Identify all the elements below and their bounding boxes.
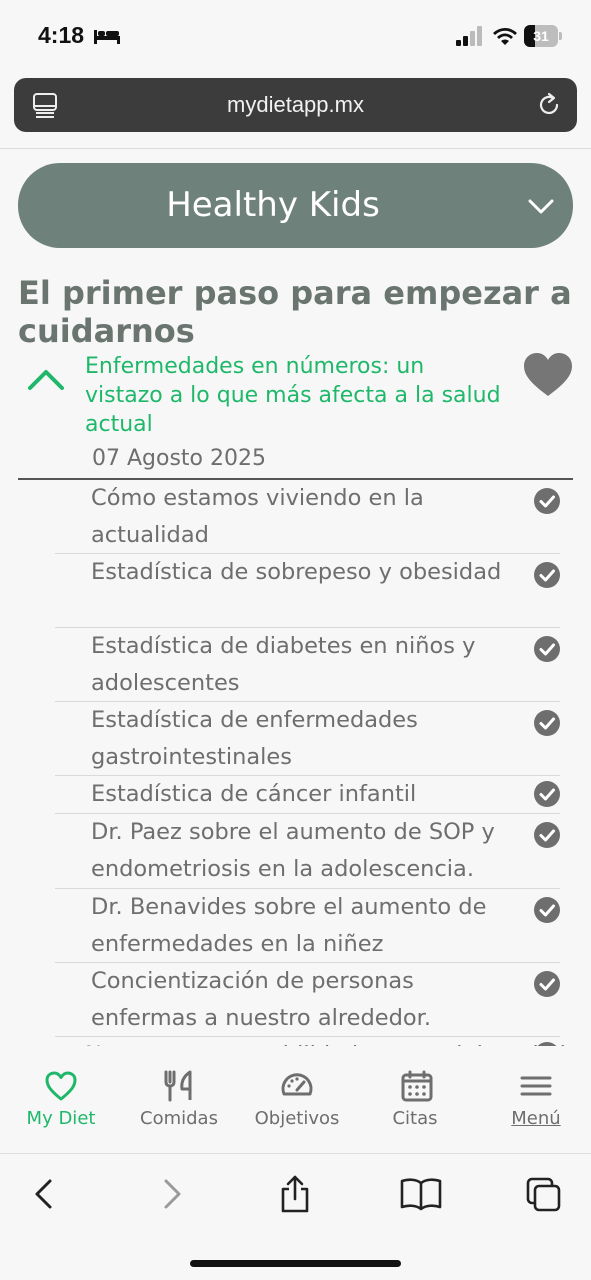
lesson-title: Estadística de enfermedades gastrointest… [91,707,418,770]
heart-outline-icon [45,1071,77,1101]
nav-label: Menú [511,1108,561,1129]
lesson-title: Concientización de personas enfermas a n… [91,968,431,1031]
lesson-item[interactable]: Estadística de cáncer infantil [55,776,560,814]
nav-item-my-diet[interactable]: My Diet [2,1046,120,1154]
bookmarks-icon[interactable] [400,1175,442,1213]
nav-label: Comidas [140,1108,218,1129]
hamburger-menu-icon [520,1076,552,1096]
lesson-title: Estadística de cáncer infantil [91,781,417,807]
address-bar[interactable]: mydietapp.mx [14,78,577,132]
nav-item-comidas[interactable]: Comidas [120,1046,238,1154]
lesson-item[interactable]: Estadística de diabetes en niños y adole… [55,628,560,702]
wifi-icon [493,28,517,45]
status-time: 4:18 [38,22,85,48]
battery-percent: 31 [533,28,549,44]
status-bar: 4:18 31 [0,0,591,72]
chevron-up-icon[interactable] [26,364,66,394]
reload-icon[interactable] [536,92,562,118]
lesson-item[interactable]: Nuestra responsabilidad como adultos de … [55,1037,591,1046]
lesson-item[interactable]: Concientización de personas enfermas a n… [55,963,560,1037]
chevron-down-icon [528,199,554,214]
lesson-item[interactable]: Estadística de sobrepeso y obesidad [55,554,560,628]
lesson-item[interactable]: Dr. Benavides sobre el aumento de enferm… [55,889,560,963]
check-circle-icon [534,822,560,848]
lesson-title: Cómo estamos viviendo en la actualidad [91,485,424,548]
check-circle-icon [534,636,560,662]
divider [0,148,591,149]
nav-item-objetivos[interactable]: Objetivos [238,1046,356,1154]
sleep-focus-icon [94,30,120,44]
module-date: 07 Agosto 2025 [92,446,266,471]
check-circle-icon [534,710,560,736]
check-circle-icon [534,562,560,588]
nav-item-citas[interactable]: Citas [356,1046,474,1154]
program-selector-label: Healthy Kids [166,185,380,225]
program-selector[interactable]: Healthy Kids [18,163,573,248]
tabs-overview-icon[interactable] [526,1175,562,1213]
speedometer-icon [281,1073,313,1096]
nav-label: Objetivos [254,1108,340,1129]
back-arrow-icon[interactable] [26,1175,62,1213]
bottom-nav: My Diet Comidas Objetivos Citas Menú [0,1046,591,1154]
lesson-title: Dr. Benavides sobre el aumento de enferm… [91,894,487,957]
lesson-title: Estadística de sobrepeso y obesidad [91,559,502,585]
nav-label: My Diet [26,1108,96,1129]
forward-arrow-icon[interactable] [154,1175,190,1213]
home-indicator [190,1260,401,1267]
nav-label: Citas [392,1108,438,1129]
lesson-item[interactable]: Cómo estamos viviendo en la actualidad [55,480,560,554]
calendar-icon [401,1070,433,1102]
battery-indicator: 31 [524,25,562,47]
signal-icon [456,26,482,46]
page-title: El primer paso para empezar a cuidarnos [18,274,572,350]
lesson-title: Nuestra responsabilidad como adultos de … [85,1037,591,1046]
check-circle-icon [534,781,560,807]
nav-item-menu[interactable]: Menú [477,1046,591,1154]
favorite-heart-icon[interactable] [522,352,574,398]
module-title[interactable]: Enfermedades en números: un vistazo a lo… [85,352,505,439]
check-circle-icon [534,897,560,923]
fork-knife-icon [164,1070,192,1102]
lesson-list: Cómo estamos viviendo en la actualidad E… [0,480,591,1046]
share-icon[interactable] [277,1175,313,1213]
check-circle-icon [534,971,560,997]
lesson-title: Estadística de diabetes en niños y adole… [91,633,476,696]
lesson-title: Dr. Paez sobre el aumento de SOP y endom… [91,819,495,882]
lesson-item[interactable]: Estadística de enfermedades gastrointest… [55,702,560,776]
url-text[interactable]: mydietapp.mx [14,78,577,132]
lesson-item[interactable]: Dr. Paez sobre el aumento de SOP y endom… [55,814,560,889]
check-circle-icon [534,488,560,514]
